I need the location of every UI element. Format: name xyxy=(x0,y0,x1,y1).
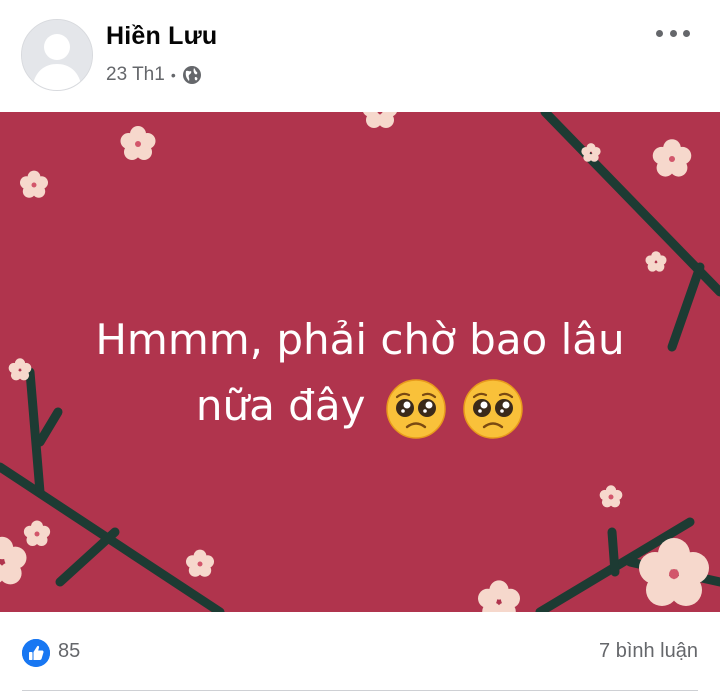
caption-line-2-text: nữa đây xyxy=(195,381,366,430)
like-icon[interactable] xyxy=(22,639,50,667)
globe-icon xyxy=(182,65,202,85)
avatar[interactable] xyxy=(21,19,93,91)
divider xyxy=(22,690,698,691)
facebook-post: Hiền Lưu 23 Th1 • Hmmm, phải chờ bao lâu… xyxy=(0,0,720,695)
pleading-face-emoji xyxy=(462,378,524,440)
more-options-icon[interactable] xyxy=(656,22,690,44)
author-name[interactable]: Hiền Lưu xyxy=(106,22,217,51)
post-header: Hiền Lưu 23 Th1 • xyxy=(0,0,720,112)
comment-count[interactable]: 7 bình luận xyxy=(599,640,698,663)
image-caption: Hmmm, phải chờ bao lâu nữa đây xyxy=(0,307,720,440)
post-date[interactable]: 23 Th1 xyxy=(106,64,165,86)
post-meta: 23 Th1 • xyxy=(106,64,202,86)
post-footer: 85 7 bình luận xyxy=(0,612,720,695)
caption-line-2: nữa đây xyxy=(0,373,720,440)
pleading-face-emoji xyxy=(385,378,447,440)
meta-separator: • xyxy=(170,67,176,83)
caption-line-1: Hmmm, phải chờ bao lâu xyxy=(95,315,625,364)
post-image-card[interactable]: Hmmm, phải chờ bao lâu nữa đây xyxy=(0,112,720,612)
like-count[interactable]: 85 xyxy=(58,640,80,663)
